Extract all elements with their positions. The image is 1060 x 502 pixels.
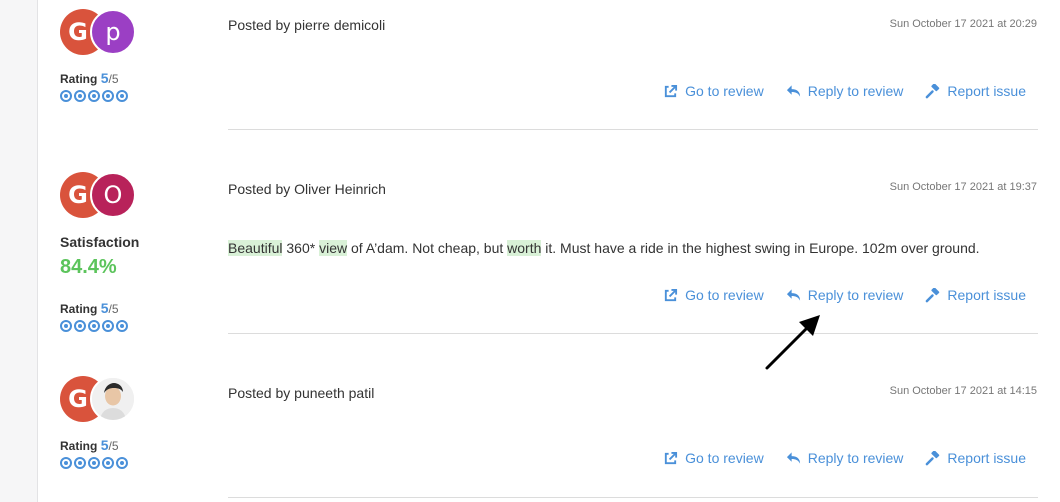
rating-block: Rating 5/5 — [60, 300, 210, 332]
reply-icon — [786, 452, 800, 464]
reply-to-review-link[interactable]: Reply to review — [786, 450, 903, 466]
avatar-group: G O — [60, 172, 140, 218]
satisfaction-value: 84.4% — [60, 256, 117, 278]
rating-block: Rating 5/5 — [60, 437, 210, 469]
review-date: Sun October 17 2021 at 20:29 — [889, 18, 1037, 30]
rating-circles — [60, 90, 210, 102]
external-link-icon — [664, 451, 678, 464]
rating-circles — [60, 457, 210, 469]
report-issue-link[interactable]: Report issue — [925, 83, 1026, 99]
rating-circle-icon — [116, 90, 128, 102]
external-link-icon — [664, 288, 678, 301]
reply-icon — [786, 289, 800, 301]
satisfaction-block: Satisfaction 84.4% — [60, 234, 210, 279]
review-date: Sun October 17 2021 at 14:15 — [889, 385, 1037, 397]
review-text: Beautiful 360* view of A’dam. Not cheap,… — [228, 240, 980, 256]
avatar-group: G p — [60, 9, 140, 55]
divider — [228, 129, 1038, 130]
highlighted-keyword: Beautiful — [228, 240, 283, 256]
avatar-group: G — [60, 376, 140, 422]
rating-circle-icon — [60, 457, 72, 469]
user-photo-icon — [92, 378, 134, 420]
satisfaction-label: Satisfaction — [60, 234, 140, 250]
avatar — [90, 376, 136, 422]
go-to-review-link[interactable]: Go to review — [663, 450, 764, 466]
go-to-review-link[interactable]: Go to review — [663, 287, 764, 303]
review-actions: Go to review Reply to review Report issu… — [663, 83, 1026, 99]
rating-circle-icon — [74, 457, 86, 469]
rating-circle-icon — [60, 90, 72, 102]
rating-circle-icon — [102, 320, 114, 332]
left-sidebar-strip — [0, 0, 38, 502]
rating-label: Rating 5/5 — [60, 70, 119, 86]
rating-circles — [60, 320, 210, 332]
review-actions: Go to review Reply to review Report issu… — [663, 287, 1026, 303]
rating-circle-icon — [116, 320, 128, 332]
report-issue-link[interactable]: Report issue — [925, 287, 1026, 303]
gavel-icon — [926, 450, 940, 465]
go-to-review-link[interactable]: Go to review — [663, 83, 764, 99]
reply-icon — [786, 85, 800, 97]
rating-label: Rating 5/5 — [60, 437, 119, 453]
review-date: Sun October 17 2021 at 19:37 — [889, 181, 1037, 193]
avatar: p — [90, 9, 136, 55]
rating-circle-icon — [102, 90, 114, 102]
rating-circle-icon — [60, 320, 72, 332]
divider — [228, 497, 1038, 498]
rating-circle-icon — [102, 457, 114, 469]
reply-to-review-link[interactable]: Reply to review — [786, 287, 903, 303]
posted-by: Posted by Oliver Heinrich — [228, 181, 386, 197]
avatar: O — [90, 172, 136, 218]
reply-to-review-link[interactable]: Reply to review — [786, 83, 903, 99]
report-issue-link[interactable]: Report issue — [925, 450, 1026, 466]
gavel-icon — [926, 287, 940, 302]
posted-by: Posted by puneeth patil — [228, 385, 375, 401]
rating-circle-icon — [74, 90, 86, 102]
rating-circle-icon — [88, 90, 100, 102]
rating-label: Rating 5/5 — [60, 300, 119, 316]
posted-by: Posted by pierre demicoli — [228, 17, 386, 33]
highlighted-keyword: view — [319, 240, 348, 256]
review-actions: Go to review Reply to review Report issu… — [663, 450, 1026, 466]
rating-circle-icon — [74, 320, 86, 332]
rating-circle-icon — [88, 457, 100, 469]
divider — [228, 333, 1038, 334]
highlighted-keyword: worth — [507, 240, 542, 256]
gavel-icon — [926, 83, 940, 98]
rating-block: Rating 5/5 — [60, 70, 210, 102]
rating-circle-icon — [116, 457, 128, 469]
rating-circle-icon — [88, 320, 100, 332]
external-link-icon — [664, 84, 678, 97]
